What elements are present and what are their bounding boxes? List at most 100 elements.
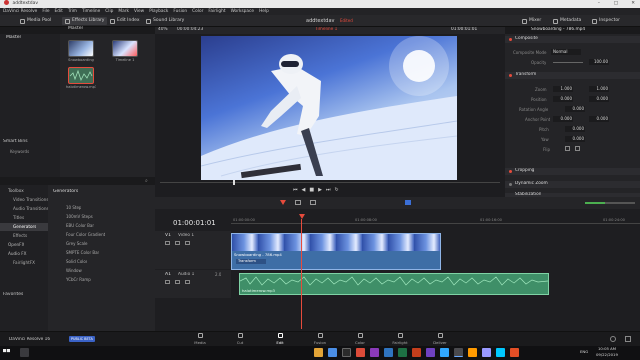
premiere-icon[interactable]: [426, 348, 435, 357]
menu-help[interactable]: Help: [259, 9, 269, 14]
audio-lock-icon[interactable]: [165, 280, 170, 284]
language-indicator[interactable]: ENG: [580, 349, 588, 354]
page-media[interactable]: Media: [192, 333, 208, 346]
audio-clip[interactable]: halotimerow.mp3: [239, 273, 549, 295]
viewer-scrubber[interactable]: [160, 182, 500, 183]
page-fairlight[interactable]: Fairlight: [392, 333, 408, 346]
media-thumb-timeline[interactable]: [112, 40, 138, 57]
page-fusion[interactable]: Fusion: [312, 333, 328, 346]
lock-track-icon[interactable]: [165, 241, 170, 245]
toolbox-generators[interactable]: Generators: [13, 224, 36, 229]
snapping-icon[interactable]: [405, 200, 411, 205]
chrome-icon[interactable]: [356, 348, 365, 357]
generator-10-step[interactable]: 10 Step: [66, 205, 81, 210]
minimize-button[interactable]: –: [598, 0, 600, 8]
media-app-icon[interactable]: [370, 348, 379, 357]
page-edit[interactable]: Edit: [272, 333, 288, 346]
media-thumb-audio[interactable]: [68, 67, 94, 84]
file-explorer-icon[interactable]: [314, 348, 323, 357]
menu-trim[interactable]: Trim: [68, 9, 77, 14]
solo-icon[interactable]: [175, 280, 180, 284]
timeline-playhead-handle[interactable]: [299, 214, 305, 219]
generator-100mv-steps[interactable]: 100mV Steps: [66, 214, 93, 219]
project-settings-icon[interactable]: [625, 336, 631, 342]
windows-start-icon[interactable]: [3, 349, 10, 353]
menu-fairlight[interactable]: Fairlight: [208, 9, 225, 14]
opacity-slider[interactable]: [553, 62, 583, 63]
video-enable-icon[interactable]: [185, 241, 190, 245]
menu-fusion[interactable]: Fusion: [173, 9, 187, 14]
store-icon[interactable]: [342, 348, 351, 357]
timeline-playhead[interactable]: [301, 219, 302, 329]
position-x-value[interactable]: 0.000: [553, 96, 573, 102]
mixer-button[interactable]: Mixer: [522, 17, 541, 25]
play-icon[interactable]: ▶: [318, 187, 326, 193]
firefox-icon[interactable]: [510, 348, 519, 357]
flip-vertical-button[interactable]: [575, 146, 580, 151]
close-button[interactable]: ✕: [631, 0, 635, 8]
pitch-value[interactable]: 0.000: [565, 126, 585, 132]
viewer-timeline-name[interactable]: Timeline 1: [315, 27, 337, 32]
excel-icon[interactable]: [398, 348, 407, 357]
davinci-taskbar-icon[interactable]: [454, 348, 463, 357]
menu-workspace[interactable]: Workspace: [231, 9, 255, 14]
mute-icon[interactable]: [185, 280, 190, 284]
menu-playback[interactable]: Playback: [149, 9, 168, 14]
keywords-bin[interactable]: Keywords: [10, 149, 29, 154]
position-y-value[interactable]: 0.000: [589, 96, 609, 102]
menu-clip[interactable]: Clip: [105, 9, 113, 14]
selection-tool-icon[interactable]: [280, 200, 286, 205]
edit-index-button[interactable]: Edit Index: [110, 17, 140, 25]
menu-color[interactable]: Color: [192, 9, 203, 14]
toolbox-fairlightfx[interactable]: FairlightFX: [13, 260, 35, 265]
generator-ycbcr-ramp[interactable]: YCbCr Ramp: [66, 277, 91, 282]
toolbox-heading[interactable]: Toolbox: [8, 188, 24, 193]
generator-window[interactable]: Window: [66, 268, 82, 273]
master-bin[interactable]: Master: [6, 35, 21, 40]
cropping-enable-icon[interactable]: [509, 170, 512, 173]
search-taskbar-icon[interactable]: [20, 348, 29, 357]
composite-mode-select[interactable]: Normal: [551, 49, 581, 55]
clock-date[interactable]: 09/22/2019: [596, 352, 618, 357]
menu-mark[interactable]: Mark: [118, 9, 129, 14]
dynamic-zoom-enable-icon[interactable]: [509, 183, 512, 186]
menu-view[interactable]: View: [134, 9, 144, 14]
rotation-value[interactable]: 0.000: [565, 106, 585, 112]
metadata-button[interactable]: Metadata: [553, 17, 581, 25]
search-icon[interactable]: ⌕: [145, 178, 148, 184]
stop-icon[interactable]: ■: [309, 187, 318, 193]
anchor-x-value[interactable]: 0.000: [553, 116, 573, 122]
page-cut[interactable]: Cut: [232, 333, 248, 346]
generator-smpte-color-bar[interactable]: SMPTE Color Bar: [66, 250, 99, 255]
anchor-y-value[interactable]: 0.000: [589, 116, 609, 122]
opacity-value[interactable]: 100.00: [589, 59, 609, 65]
blade-tool-icon[interactable]: [310, 200, 316, 205]
favorites-heading[interactable]: Favorites: [3, 292, 23, 297]
media-thumb-snowboarding[interactable]: [68, 40, 94, 57]
word-icon[interactable]: [384, 348, 393, 357]
video-clip[interactable]: Snowboarding - 786.mp4 Transform: [231, 233, 441, 270]
yaw-value[interactable]: 0.000: [565, 136, 585, 142]
menu-file[interactable]: File: [42, 9, 49, 14]
powerpoint-icon[interactable]: [412, 348, 421, 357]
zoom-x-value[interactable]: 1.000: [553, 86, 573, 92]
inspector-button[interactable]: Inspector: [592, 17, 620, 25]
photoshop-icon[interactable]: [440, 348, 449, 357]
generator-grey-scale[interactable]: Grey Scale: [66, 241, 88, 246]
video-frame[interactable]: [201, 36, 457, 180]
toolbox-effects[interactable]: Effects: [13, 233, 27, 238]
sound-library-button[interactable]: Sound Library: [146, 17, 184, 25]
menu-davinci[interactable]: DaVinci Resolve: [3, 9, 37, 14]
edge-icon[interactable]: [328, 348, 337, 357]
viewer-playhead[interactable]: [233, 180, 235, 185]
toolbox-audio-transitions[interactable]: Audio Transitions: [13, 206, 49, 211]
loop-icon[interactable]: ↻: [334, 187, 342, 193]
trim-tool-icon[interactable]: [295, 200, 301, 205]
generator-four-color-gradient[interactable]: Four Color Gradient: [66, 232, 105, 237]
page-deliver[interactable]: Deliver: [432, 333, 448, 346]
composite-enable-icon[interactable]: [509, 38, 512, 41]
page-color[interactable]: Color: [352, 333, 368, 346]
transform-keyframe-tag[interactable]: Transform: [236, 259, 266, 264]
clock-time[interactable]: 10:05 AM: [598, 346, 616, 351]
project-manager-icon[interactable]: [610, 336, 616, 342]
